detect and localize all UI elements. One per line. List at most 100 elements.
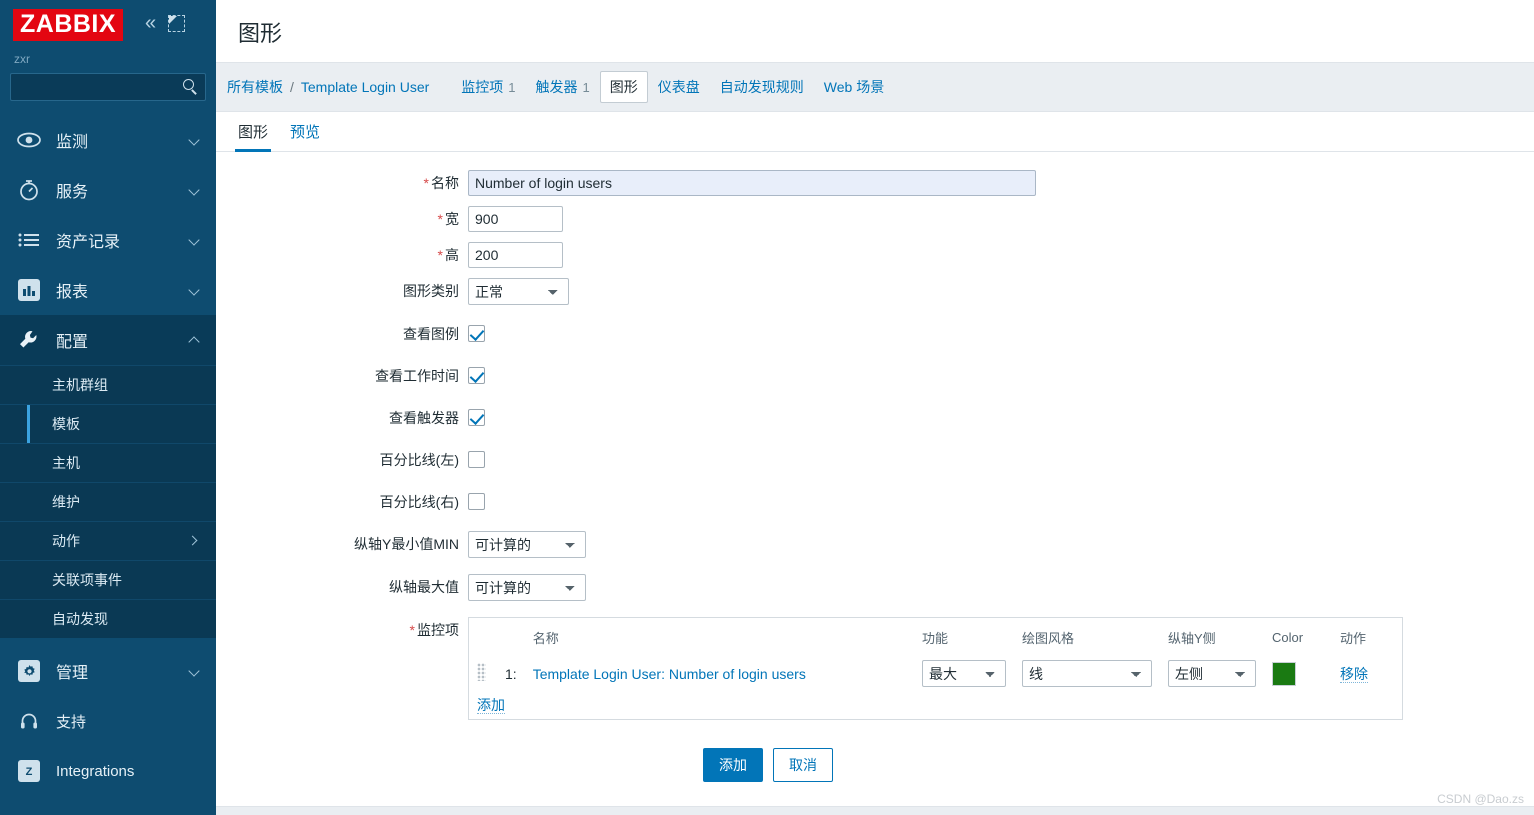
sidebar-user-label: zxr	[14, 52, 30, 66]
width-label: * 宽	[437, 211, 459, 227]
sidebar-item-host-groups[interactable]: 主机群组	[0, 365, 216, 404]
percentile-right-checkbox[interactable]	[468, 493, 485, 510]
sidebar-item-hosts[interactable]: 主机	[0, 443, 216, 482]
watermark: CSDN @Dao.zs	[1437, 792, 1524, 806]
name-input[interactable]	[468, 170, 1036, 196]
row-index: 1:	[505, 665, 517, 682]
sidebar-item-configuration[interactable]: 配置	[0, 315, 216, 365]
items-header-row: 名称 功能 绘图风格 纵轴Y侧 Color 动作	[469, 618, 1402, 656]
items-col-y-side: 纵轴Y侧	[1168, 631, 1216, 646]
item-color-swatch[interactable]	[1272, 661, 1296, 686]
show-working-time-checkbox[interactable]	[468, 367, 485, 384]
graph-type-select[interactable]: 正常	[468, 278, 569, 305]
show-triggers-checkbox[interactable]	[468, 409, 485, 426]
sidebar-search	[0, 55, 216, 101]
bottom-strip	[216, 806, 1534, 815]
sidebar-header-icons: «	[145, 13, 186, 33]
sidebar-item-support[interactable]: 支持	[0, 696, 216, 746]
sidebar-item-services[interactable]: 服务	[0, 165, 216, 215]
graph-type-field-wrap: 正常	[468, 278, 1534, 305]
required-marker: *	[437, 211, 443, 227]
svg-text:Z: Z	[26, 766, 33, 778]
required-marker: *	[437, 247, 443, 263]
show-triggers-field-wrap	[468, 405, 1534, 431]
eye-icon	[14, 132, 44, 148]
nav-link-count: 1	[582, 80, 590, 95]
nav-link-label: 自动发现规则	[719, 79, 804, 95]
collapse-sidebar-icon[interactable]: «	[145, 13, 156, 33]
sidebar-item-label: Integrations	[56, 762, 135, 780]
height-input[interactable]	[468, 242, 563, 268]
search-box[interactable]	[10, 73, 206, 101]
items-field-wrap: 名称 功能 绘图风格 纵轴Y侧 Color 动作 1: Template Log…	[468, 617, 1534, 720]
drag-handle-icon[interactable]	[477, 663, 486, 681]
row-y-side-cell: 左侧	[1160, 656, 1264, 691]
nav-link-label: 仪表盘	[657, 79, 700, 95]
form-row-graph-type: 图形类别 正常	[216, 278, 1534, 305]
sidebar-item-actions[interactable]: 动作	[0, 521, 216, 560]
sidebar-item-label: 支持	[56, 713, 87, 731]
nav-link-triggers[interactable]: 触发器 1	[526, 71, 600, 103]
compact-view-icon[interactable]	[168, 14, 186, 32]
width-field-wrap	[468, 206, 1534, 232]
items-col-handle	[469, 618, 497, 656]
breadcrumb-all-templates[interactable]: 所有模板	[227, 77, 283, 97]
breadcrumb-template-name[interactable]: Template Login User	[301, 79, 429, 95]
items-label: * 监控项	[409, 622, 459, 638]
sidebar-item-discovery[interactable]: 自动发现	[0, 599, 216, 638]
form-row-height: * 高	[216, 242, 1534, 268]
zabbix-logo: ZABBIX	[13, 9, 124, 41]
breadcrumb-bar: 所有模板 / Template Login User 监控项 1 触发器 1 图…	[216, 62, 1534, 112]
sidebar-item-integrations[interactable]: Z Integrations	[0, 746, 216, 796]
sidebar-item-inventory[interactable]: 资产记录	[0, 215, 216, 265]
items-table-body: 1: Template Login User: Number of login …	[469, 656, 1402, 719]
sidebar-item-reports[interactable]: 报表	[0, 265, 216, 315]
sidebar-header: ZABBIX « zxr	[0, 0, 216, 66]
tab-graph[interactable]: 图形	[234, 121, 272, 152]
height-label: * 高	[437, 247, 459, 263]
nav-link-discovery-rules[interactable]: 自动发现规则	[710, 71, 814, 103]
nav-link-count: 1	[508, 80, 516, 95]
submenu-label: 主机群组	[52, 377, 108, 393]
remove-item-link[interactable]: 移除	[1340, 665, 1368, 683]
sidebar-item-monitoring[interactable]: 监测	[0, 115, 216, 165]
row-drag-handle-cell	[469, 656, 497, 691]
form-buttons: 添加 取消	[216, 730, 1534, 782]
items-table-box: 名称 功能 绘图风格 纵轴Y侧 Color 动作 1: Template Log…	[468, 617, 1403, 720]
name-label: * 名称	[423, 175, 459, 191]
percentile-left-checkbox[interactable]	[468, 451, 485, 468]
required-marker: *	[409, 622, 415, 638]
submenu-label: 维护	[52, 494, 80, 510]
y-min-select[interactable]: 可计算的	[468, 531, 586, 558]
sidebar-item-templates[interactable]: 模板	[0, 404, 216, 443]
row-draw-style-cell: 线	[1014, 656, 1160, 691]
y-min-label: 纵轴Y最小值MIN	[354, 536, 459, 552]
items-table: 名称 功能 绘图风格 纵轴Y侧 Color 动作 1: Template Log…	[469, 618, 1402, 719]
items-table-head: 名称 功能 绘图风格 纵轴Y侧 Color 动作	[469, 618, 1402, 656]
show-working-time-label: 查看工作时间	[375, 368, 459, 384]
nav-link-items[interactable]: 监控项 1	[451, 71, 525, 103]
item-y-side-select[interactable]: 左侧	[1168, 660, 1256, 687]
item-draw-style-select[interactable]: 线	[1022, 660, 1152, 687]
nav-link-graphs[interactable]: 图形	[599, 71, 648, 103]
item-function-select[interactable]: 最大	[922, 660, 1006, 687]
nav-link-web-scenarios[interactable]: Web 场景	[814, 71, 894, 103]
sidebar-item-administration[interactable]: 管理	[0, 646, 216, 696]
nav-link-dashboards[interactable]: 仪表盘	[648, 71, 710, 103]
show-legend-checkbox[interactable]	[468, 325, 485, 342]
template-nav-links: 监控项 1 触发器 1 图形 仪表盘 自动发现规则 Web 场景	[451, 71, 894, 103]
items-col-action: 动作	[1340, 631, 1367, 646]
gear-icon	[14, 660, 44, 682]
search-input[interactable]	[11, 74, 205, 100]
cancel-button[interactable]: 取消	[773, 748, 833, 782]
add-item-link[interactable]: 添加	[477, 697, 505, 714]
items-col-name: 名称	[532, 631, 559, 646]
submit-button[interactable]: 添加	[703, 748, 763, 782]
item-name-link[interactable]: Template Login User: Number of login use…	[533, 666, 806, 682]
sidebar-item-correlation[interactable]: 关联项事件	[0, 560, 216, 599]
tab-preview[interactable]: 预览	[290, 121, 320, 151]
sidebar-item-maintenance[interactable]: 维护	[0, 482, 216, 521]
y-max-select[interactable]: 可计算的	[468, 574, 586, 601]
width-input[interactable]	[468, 206, 563, 232]
y-max-label: 纵轴最大值	[389, 579, 459, 595]
